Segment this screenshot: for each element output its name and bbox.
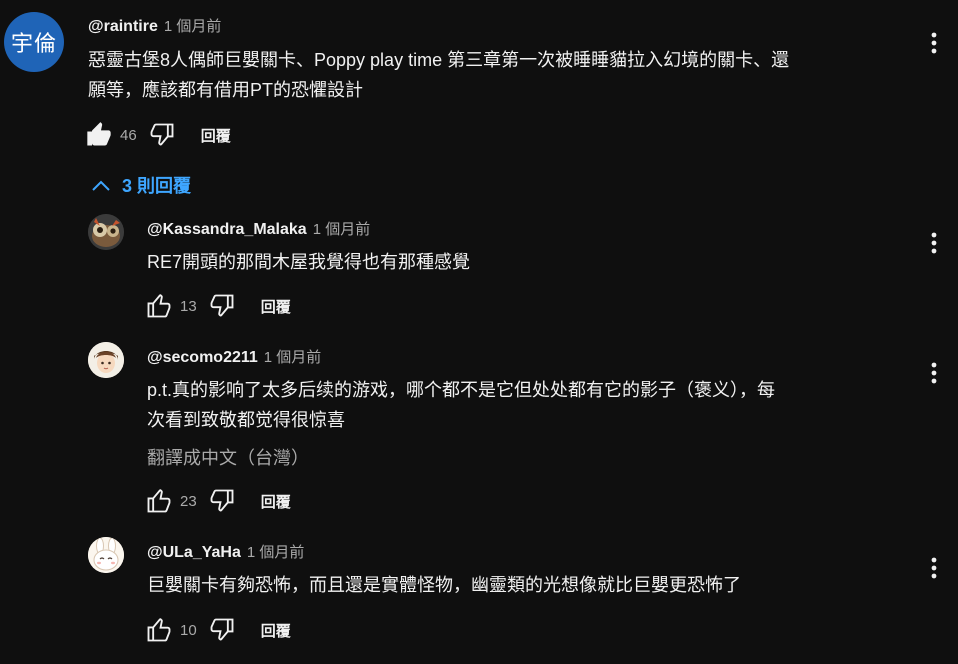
more-vert-icon [931, 557, 937, 579]
avatar[interactable] [88, 537, 124, 573]
comment-author[interactable]: @Kassandra_Malaka [147, 221, 307, 239]
dislike-button[interactable] [207, 615, 237, 645]
like-icon [147, 294, 171, 318]
avatar-image [88, 214, 124, 250]
replies-count-label: 3 則回覆 [122, 176, 192, 196]
reply-comment: @secomo2211 1 個月前 p.t.真的影响了太多后续的游戏，哪个都不是… [0, 330, 958, 525]
comment-text: 巨嬰關卡有夠恐怖，而且還是實體怪物，幽靈類的光想像就比巨嬰更恐怖了 [147, 570, 741, 600]
more-actions-button[interactable] [924, 28, 944, 58]
comment-time[interactable]: 1 個月前 [247, 541, 305, 562]
dislike-icon [210, 294, 234, 317]
comment-actions: 10 回覆 [144, 615, 291, 645]
more-actions-button[interactable] [924, 228, 944, 258]
comment-header: @secomo2211 1 個月前 [147, 346, 321, 367]
comment-actions: 46 回覆 [84, 120, 231, 150]
like-button[interactable] [144, 291, 174, 321]
like-icon [147, 618, 171, 642]
like-count: 23 [180, 492, 197, 510]
dislike-button[interactable] [207, 486, 237, 516]
avatar[interactable] [88, 214, 124, 250]
dislike-icon [210, 489, 234, 512]
comment-text: RE7開頭的那間木屋我覺得也有那種感覺 [147, 247, 470, 277]
like-count: 13 [180, 297, 197, 315]
chevron-up-icon [92, 180, 110, 191]
comment-author[interactable]: @secomo2211 [147, 349, 258, 367]
more-vert-icon [931, 362, 937, 384]
reply-button[interactable]: 回覆 [201, 125, 231, 146]
reply-button[interactable]: 回覆 [261, 620, 291, 641]
comment-time[interactable]: 1 個月前 [164, 15, 222, 36]
avatar[interactable]: 宇倫 [4, 12, 64, 72]
like-button[interactable] [144, 486, 174, 516]
comment-text-line: 次看到致敬都觉得很惊喜 [147, 410, 345, 430]
like-count: 46 [120, 126, 137, 144]
comment-text-line: RE7開頭的那間木屋我覺得也有那種感覺 [147, 252, 471, 272]
comment-header: @Kassandra_Malaka 1 個月前 [147, 218, 370, 239]
comment-text-line: 巨嬰關卡有夠恐怖，而且還是實體怪物，幽靈類的光想像就比巨嬰更恐怖了 [147, 575, 741, 595]
comment-text: p.t.真的影响了太多后续的游戏，哪个都不是它但处处都有它的影子（褒义），每 次… [147, 375, 775, 435]
more-actions-button[interactable] [924, 358, 944, 388]
comment-header: @ULa_YaHa 1 個月前 [147, 541, 304, 562]
avatar-image [88, 537, 124, 573]
comment-text: 惡靈古堡8人偶師巨嬰關卡、Poppy play time 第三章第一次被睡睡貓拉… [88, 45, 789, 105]
reply-button[interactable]: 回覆 [261, 491, 291, 512]
dislike-button[interactable] [207, 291, 237, 321]
like-icon [147, 489, 171, 513]
dislike-icon [150, 123, 174, 146]
avatar-initials: 宇倫 [10, 32, 57, 57]
comment-time[interactable]: 1 個月前 [264, 346, 322, 367]
reply-button[interactable]: 回覆 [261, 296, 291, 317]
comment-actions: 23 回覆 [144, 486, 291, 516]
avatar[interactable] [88, 342, 124, 378]
like-icon [87, 122, 111, 146]
comment-author[interactable]: @ULa_YaHa [147, 544, 241, 562]
dislike-button[interactable] [147, 120, 177, 150]
comment-header: @raintire 1 個月前 [88, 15, 221, 36]
comment-text-line: p.t.真的影响了太多后续的游戏，哪个都不是它但处处都有它的影子（褒义），每 [147, 380, 776, 400]
avatar-image [88, 342, 124, 378]
main-comment: 宇倫 @raintire 1 個月前 惡靈古堡8人偶師巨嬰關卡、Poppy pl… [0, 0, 958, 160]
comment-time[interactable]: 1 個月前 [313, 218, 371, 239]
translate-link[interactable]: 翻譯成中文（台灣） [147, 444, 309, 470]
like-count: 10 [180, 621, 197, 639]
comment-text-line: 惡靈古堡8人偶師巨嬰關卡、Poppy play time 第三章第一次被睡睡貓拉… [88, 50, 790, 70]
comment-text-line: 願等，應該都有借用PT的恐懼設計 [88, 80, 363, 100]
reply-comment: @ULa_YaHa 1 個月前 巨嬰關卡有夠恐怖，而且還是實體怪物，幽靈類的光想… [0, 525, 958, 664]
comment-actions: 13 回覆 [144, 291, 291, 321]
reply-comment: @Kassandra_Malaka 1 個月前 RE7開頭的那間木屋我覺得也有那… [0, 200, 958, 330]
more-vert-icon [931, 32, 937, 54]
like-button[interactable] [144, 615, 174, 645]
more-actions-button[interactable] [924, 553, 944, 583]
like-button[interactable] [84, 120, 114, 150]
hide-replies-button[interactable]: 3 則回覆 [90, 172, 191, 198]
comment-author[interactable]: @raintire [88, 18, 158, 36]
more-vert-icon [931, 232, 937, 254]
dislike-icon [210, 618, 234, 641]
